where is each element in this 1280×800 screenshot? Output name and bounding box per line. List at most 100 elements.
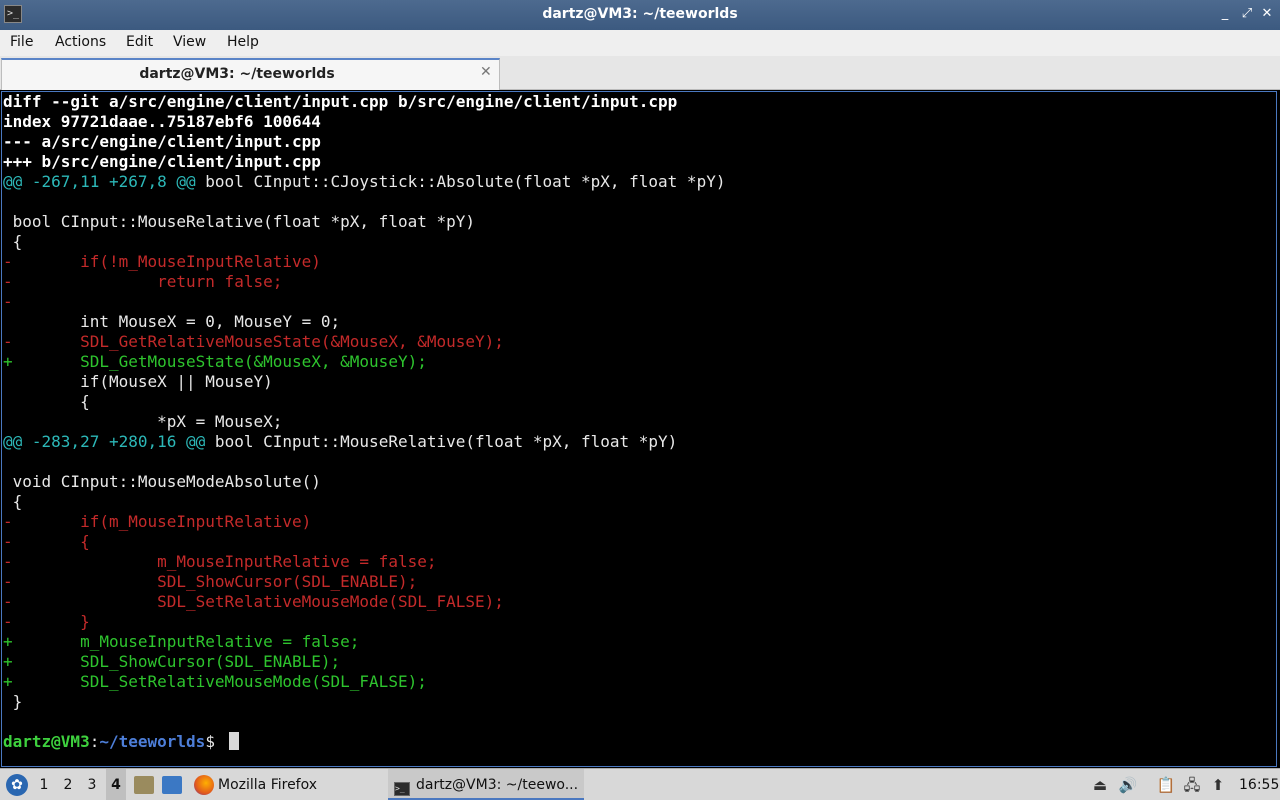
diff-addition: + SDL_SetRelativeMouseMode(SDL_FALSE); bbox=[3, 672, 427, 691]
firefox-icon[interactable] bbox=[194, 775, 214, 795]
terminal-line: diff --git a/src/engine/client/input.cpp… bbox=[3, 92, 725, 112]
diff-text: diff --git a/src/engine/client/input.cpp… bbox=[3, 92, 678, 111]
diff-deletion: - SDL_SetRelativeMouseMode(SDL_FALSE); bbox=[3, 592, 504, 611]
terminal-line: + SDL_ShowCursor(SDL_ENABLE); bbox=[3, 652, 725, 672]
terminal-line: void CInput::MouseModeAbsolute() bbox=[3, 472, 725, 492]
eject-icon[interactable]: ⏏ bbox=[1090, 769, 1110, 800]
diff-text: +++ b/src/engine/client/input.cpp bbox=[3, 152, 321, 171]
prompt-symbol: $ bbox=[205, 732, 225, 751]
terminal-line: --- a/src/engine/client/input.cpp bbox=[3, 132, 725, 152]
diff-hunk-header: @@ -267,11 +267,8 @@ bbox=[3, 172, 196, 191]
maximize-button[interactable]: ⤢ bbox=[1238, 5, 1256, 23]
terminal-line: *pX = MouseX; bbox=[3, 412, 725, 432]
workspace-3[interactable]: 3 bbox=[82, 769, 102, 800]
terminal-line: - } bbox=[3, 612, 725, 632]
diff-text: bool CInput::MouseRelative(float *pX, fl… bbox=[3, 212, 476, 231]
prompt-user: dartz@VM3 bbox=[3, 732, 90, 751]
diff-deletion: - { bbox=[3, 532, 90, 551]
window-titlebar[interactable]: >_ dartz@VM3: ~/teeworlds _ ⤢ ✕ bbox=[0, 0, 1280, 30]
terminal-line: + m_MouseInputRelative = false; bbox=[3, 632, 725, 652]
volume-icon[interactable]: 🔊 bbox=[1118, 769, 1138, 800]
terminal-line: - SDL_SetRelativeMouseMode(SDL_FALSE); bbox=[3, 592, 725, 612]
diff-deletion: - if(m_MouseInputRelative) bbox=[3, 512, 312, 531]
terminal-line: index 97721daae..75187ebf6 100644 bbox=[3, 112, 725, 132]
minimize-button[interactable]: _ bbox=[1216, 5, 1234, 23]
file-manager-icon[interactable] bbox=[134, 776, 154, 794]
terminal-line: - { bbox=[3, 532, 725, 552]
terminal-output: diff --git a/src/engine/client/input.cpp… bbox=[3, 92, 725, 752]
diff-hunk-header: @@ -283,27 +280,16 @@ bbox=[3, 432, 206, 451]
diff-text: *pX = MouseX; bbox=[3, 412, 283, 431]
diff-deletion: - m_MouseInputRelative = false; bbox=[3, 552, 437, 571]
window-title: dartz@VM3: ~/teeworlds bbox=[542, 6, 738, 22]
taskbar-terminal[interactable]: >_ dartz@VM3: ~/teewo... bbox=[388, 769, 584, 800]
diff-text: int MouseX = 0, MouseY = 0; bbox=[3, 312, 341, 331]
terminal-tab[interactable]: dartz@VM3: ~/teeworlds ✕ bbox=[1, 58, 500, 90]
terminal-line: - if(!m_MouseInputRelative) bbox=[3, 252, 725, 272]
terminal-view[interactable]: diff --git a/src/engine/client/input.cpp… bbox=[1, 91, 1277, 767]
diff-text: --- a/src/engine/client/input.cpp bbox=[3, 132, 321, 151]
workspace-1[interactable]: 1 bbox=[34, 769, 54, 800]
terminal-line: if(MouseX || MouseY) bbox=[3, 372, 725, 392]
menu-file[interactable]: File bbox=[10, 34, 33, 50]
workspace-4[interactable]: 4 bbox=[106, 769, 126, 800]
terminal-line: bool CInput::MouseRelative(float *pX, fl… bbox=[3, 212, 725, 232]
terminal-icon: >_ bbox=[394, 782, 410, 796]
terminal-line: - SDL_ShowCursor(SDL_ENABLE); bbox=[3, 572, 725, 592]
terminal-line: - return false; bbox=[3, 272, 725, 292]
terminal-line: + SDL_GetMouseState(&MouseX, &MouseY); bbox=[3, 352, 725, 372]
terminal-line: + SDL_SetRelativeMouseMode(SDL_FALSE); bbox=[3, 672, 725, 692]
prompt-path: ~/teeworlds bbox=[99, 732, 206, 751]
terminal-line: - m_MouseInputRelative = false; bbox=[3, 552, 725, 572]
diff-deletion: - bbox=[3, 292, 13, 311]
workspace-2[interactable]: 2 bbox=[58, 769, 78, 800]
diff-addition: + SDL_GetMouseState(&MouseX, &MouseY); bbox=[3, 352, 427, 371]
diff-addition: + m_MouseInputRelative = false; bbox=[3, 632, 360, 651]
terminal-line: +++ b/src/engine/client/input.cpp bbox=[3, 152, 725, 172]
menu-bar: File Actions Edit View Help bbox=[0, 30, 1280, 56]
tab-bar: dartz@VM3: ~/teeworlds ✕ bbox=[0, 56, 1280, 90]
terminal-line: - if(m_MouseInputRelative) bbox=[3, 512, 725, 532]
terminal-line: @@ -267,11 +267,8 @@ bool CInput::CJoyst… bbox=[3, 172, 725, 192]
diff-addition: + SDL_ShowCursor(SDL_ENABLE); bbox=[3, 652, 341, 671]
text-cursor bbox=[228, 732, 239, 750]
clipboard-icon[interactable]: 📋 bbox=[1156, 769, 1176, 800]
terminal-line: @@ -283,27 +280,16 @@ bool CInput::Mouse… bbox=[3, 432, 725, 452]
diff-deletion: - SDL_ShowCursor(SDL_ENABLE); bbox=[3, 572, 418, 591]
diff-text: index 97721daae..75187ebf6 100644 bbox=[3, 112, 321, 131]
terminal-line: int MouseX = 0, MouseY = 0; bbox=[3, 312, 725, 332]
diff-hunk-context: bool CInput::CJoystick::Absolute(float *… bbox=[195, 172, 726, 191]
diff-deletion: - return false; bbox=[3, 272, 283, 291]
start-menu-icon[interactable]: ✿ bbox=[6, 774, 28, 796]
diff-text: void CInput::MouseModeAbsolute() bbox=[3, 472, 321, 491]
terminal-line: { bbox=[3, 392, 725, 412]
diff-text: } bbox=[3, 692, 23, 711]
shell-prompt[interactable]: dartz@VM3:~/teeworlds$ bbox=[3, 732, 725, 752]
terminal-line: { bbox=[3, 492, 725, 512]
diff-text: if(MouseX || MouseY) bbox=[3, 372, 273, 391]
taskbar: ✿ 1 2 3 4 Mozilla Firefox >_ dartz@VM3: ~… bbox=[0, 768, 1280, 800]
menu-actions[interactable]: Actions bbox=[55, 34, 106, 50]
diff-deletion: - } bbox=[3, 612, 90, 631]
updates-icon[interactable]: ⬆ bbox=[1208, 769, 1228, 800]
close-button[interactable]: ✕ bbox=[1258, 5, 1276, 23]
menu-help[interactable]: Help bbox=[227, 34, 259, 50]
terminal-line: - bbox=[3, 292, 725, 312]
prompt-separator: : bbox=[89, 732, 100, 751]
terminal-line: - SDL_GetRelativeMouseState(&MouseX, &Mo… bbox=[3, 332, 725, 352]
diff-text: { bbox=[3, 392, 90, 411]
taskbar-firefox[interactable]: Mozilla Firefox bbox=[218, 769, 317, 800]
terminal-line: } bbox=[3, 692, 725, 712]
menu-edit[interactable]: Edit bbox=[126, 34, 153, 50]
diff-hunk-context: bool CInput::MouseRelative(float *pX, fl… bbox=[205, 432, 678, 451]
show-desktop-icon[interactable] bbox=[162, 776, 182, 794]
diff-text: { bbox=[3, 232, 23, 251]
tab-close-icon[interactable]: ✕ bbox=[480, 64, 492, 80]
tab-label: dartz@VM3: ~/teeworlds bbox=[139, 66, 335, 82]
menu-view[interactable]: View bbox=[173, 34, 206, 50]
network-icon[interactable]: 🖧 bbox=[1182, 769, 1202, 800]
diff-deletion: - if(!m_MouseInputRelative) bbox=[3, 252, 321, 271]
